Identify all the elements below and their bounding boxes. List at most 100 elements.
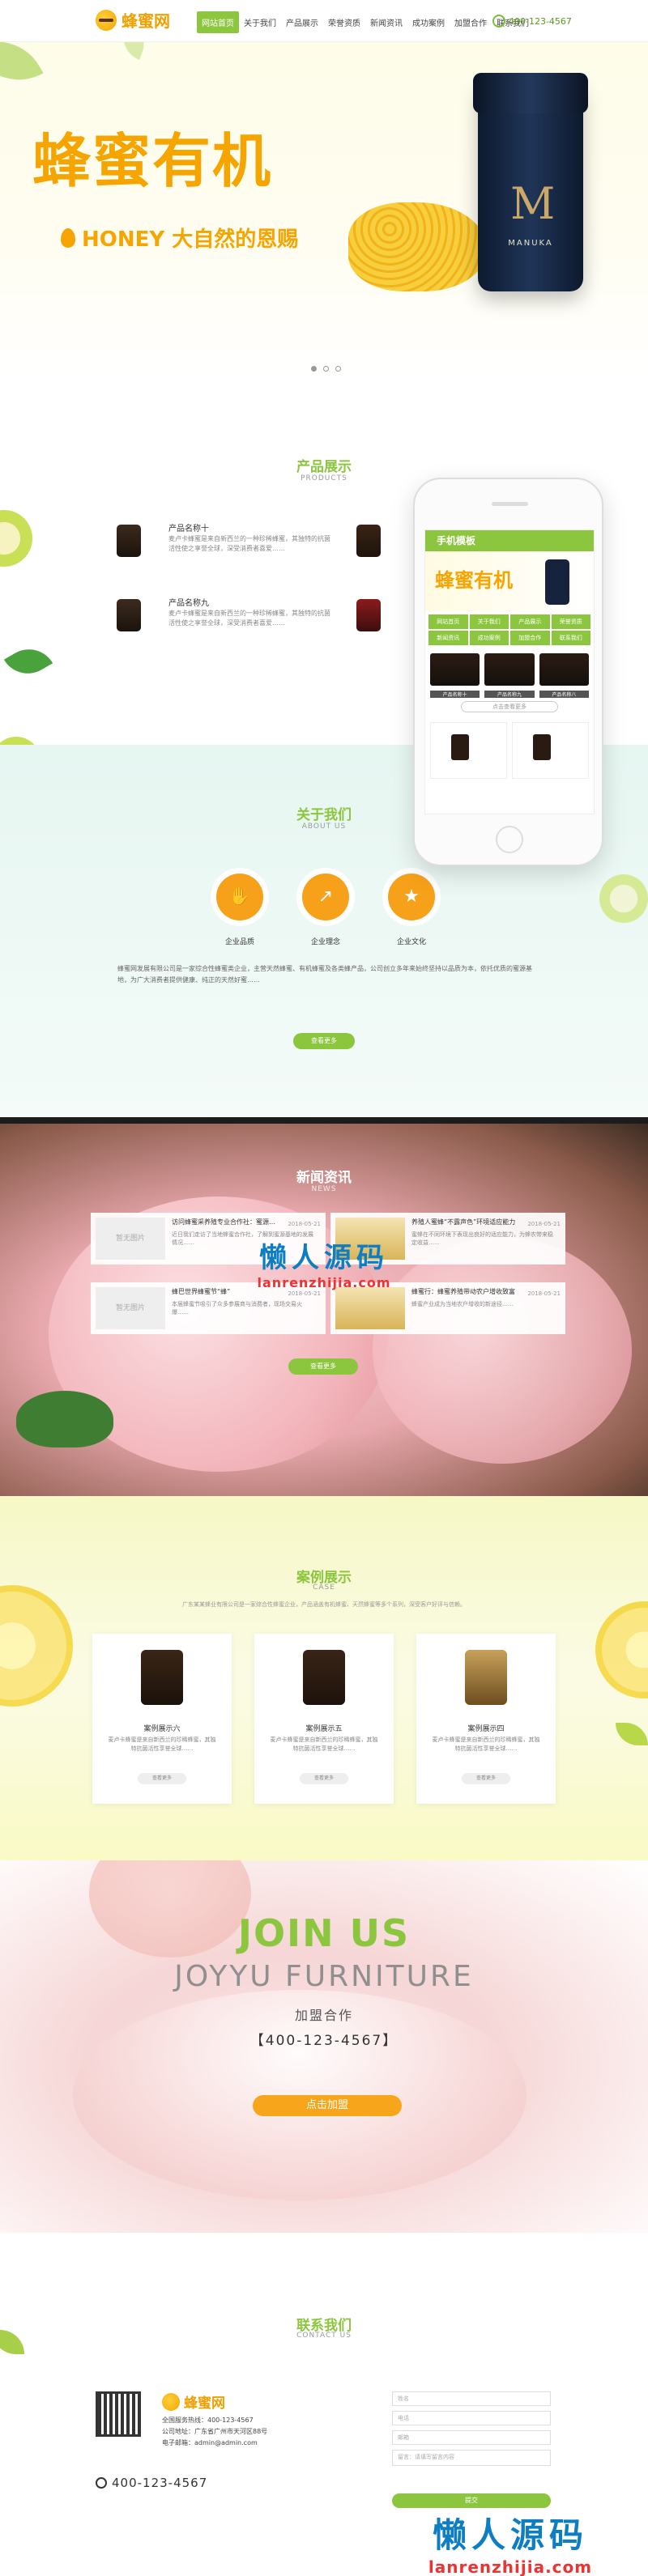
phone-banner-jar bbox=[545, 559, 569, 605]
cases-section: 案例展示 CASE 广东某某蜂业有限公司是一家综合性蜂蜜企业，产品涵盖有机蜂蜜、… bbox=[0, 1496, 648, 1860]
news-item-date: 2018-05-21 bbox=[288, 1221, 321, 1227]
carousel-dot[interactable] bbox=[335, 366, 341, 372]
honey-jar-image: M MANUKA bbox=[473, 73, 588, 291]
case-name[interactable]: 案例展示五 bbox=[254, 1723, 394, 1733]
logo-text: 蜂蜜网 bbox=[122, 11, 170, 31]
nav-item-join[interactable]: 加盟合作 bbox=[450, 11, 492, 33]
cases-title-en: CASE bbox=[313, 1583, 335, 1592]
phone-screen: 手机模板 蜂蜜有机 网站首页 关于我们 产品展示 荣誉资质 新闻资讯 成功案例 … bbox=[424, 529, 595, 814]
case-image[interactable] bbox=[465, 1650, 507, 1705]
contact-hotline-number: 400-123-4567 bbox=[112, 2476, 208, 2490]
watermark: 懒人源码 lanrenzhijia.com bbox=[235, 1235, 413, 1290]
mobile-template-preview: 手机模板 蜂蜜有机 网站首页 关于我们 产品展示 荣誉资质 新闻资讯 成功案例 … bbox=[413, 478, 603, 866]
phone-icon bbox=[96, 2477, 107, 2489]
lemon-decoration bbox=[0, 1585, 73, 1707]
news-thumbnail[interactable]: 暂无图片 bbox=[96, 1218, 165, 1260]
case-more-button[interactable]: 查看更多 bbox=[462, 1773, 510, 1784]
medal-icon: ★ bbox=[388, 874, 435, 920]
case-image[interactable] bbox=[303, 1650, 345, 1705]
case-more-button[interactable]: 查看更多 bbox=[138, 1773, 186, 1784]
product-name[interactable]: 产品名称十 bbox=[168, 521, 209, 533]
contact-line: 电子邮箱：admin@admin.com bbox=[162, 2439, 258, 2446]
bee-icon bbox=[162, 2392, 180, 2411]
news-item-desc: 蜜蜂在不同环境下表现出良好的适应能力，为蜂农带来稳定收益…… bbox=[411, 1231, 553, 1246]
message-field[interactable]: 留言：请填写留言内容 bbox=[392, 2450, 551, 2466]
news-thumbnail[interactable]: 暂无图片 bbox=[96, 1287, 165, 1329]
hero-subtitle: HONEY 大自然的恩赐 bbox=[61, 223, 298, 253]
case-desc: 麦卢卡蜂蜜是来自新西兰的珍稀蜂蜜，其独特抗菌活性享誉全球…… bbox=[108, 1736, 216, 1752]
news-item-date: 2018-05-21 bbox=[288, 1290, 321, 1297]
product-thumbnail[interactable] bbox=[117, 525, 141, 557]
contact-line: 公司地址：广东省广州市天河区88号 bbox=[162, 2428, 268, 2435]
phone-product-thumb[interactable] bbox=[430, 653, 480, 686]
case-card[interactable]: 案例展示五 麦卢卡蜂蜜是来自新西兰的珍稀蜂蜜，其独特抗菌活性享誉全球…… 查看更… bbox=[254, 1634, 394, 1804]
name-field[interactable]: 姓名 bbox=[392, 2391, 551, 2406]
phone-product-card[interactable] bbox=[430, 722, 507, 779]
news-item-title[interactable]: 蜂蜜行：蜂蜜养殖带动农户增收致富 bbox=[411, 1287, 517, 1296]
product-desc: 麦卢卡蜂蜜是来自新西兰的一种珍稀蜂蜜，其独特的抗菌活性使之享誉全球，深受消费者喜… bbox=[168, 610, 330, 627]
carousel-dots bbox=[311, 366, 341, 372]
about-icon-label: 企业理念 bbox=[310, 938, 340, 946]
news-item-title[interactable]: 访问蜂蜜采养殖专业合作社：蜜源发展前景 bbox=[172, 1218, 277, 1226]
phone-speaker bbox=[492, 502, 528, 506]
medal-icon-circle: ★ bbox=[382, 868, 441, 926]
phone-menu-item[interactable]: 新闻资讯 bbox=[428, 631, 468, 645]
watermark-en: lanrenzhijia.com bbox=[257, 1275, 391, 1290]
phone-products-row bbox=[425, 716, 594, 785]
nav-item-cases[interactable]: 成功案例 bbox=[407, 11, 450, 33]
news-title: 新闻资讯 bbox=[296, 1170, 352, 1186]
carousel-dot[interactable] bbox=[311, 366, 317, 372]
contact-line: 全国服务热线：400-123-4567 bbox=[162, 2417, 254, 2424]
nav-item-products[interactable]: 产品展示 bbox=[281, 11, 323, 33]
case-card[interactable]: 案例展示六 麦卢卡蜂蜜是来自新西兰的珍稀蜂蜜，其独特抗菌活性享誉全球…… 查看更… bbox=[92, 1634, 232, 1804]
jar-lid bbox=[473, 73, 588, 113]
product-item[interactable]: 产品名称十 麦卢卡蜂蜜是来自新西兰的一种珍稀蜂蜜，其独特的抗菌活性使之享誉全球，… bbox=[113, 518, 389, 563]
join-button[interactable]: 点击加盟 bbox=[253, 2095, 402, 2116]
nav-item-news[interactable]: 新闻资讯 bbox=[365, 11, 407, 33]
nav-item-home[interactable]: 网站首页 bbox=[197, 11, 239, 33]
case-name[interactable]: 案例展示四 bbox=[416, 1723, 556, 1733]
honey-drop-icon bbox=[61, 227, 75, 248]
product-thumbnail[interactable] bbox=[356, 599, 381, 631]
news-title-en: NEWS bbox=[311, 1185, 337, 1193]
phone-product-thumb[interactable] bbox=[484, 653, 535, 686]
phone-menu-item[interactable]: 联系我们 bbox=[551, 631, 590, 645]
product-item[interactable]: 产品名称九 麦卢卡蜂蜜是来自新西兰的一种珍稀蜂蜜，其独特的抗菌活性使之享誉全球，… bbox=[113, 593, 389, 638]
news-more-button[interactable]: 查看更多 bbox=[288, 1358, 358, 1375]
news-item-title[interactable]: 养殖人蜜蜂“不露声色”环境适应能力 bbox=[411, 1218, 517, 1226]
product-name[interactable]: 产品名称九 bbox=[168, 596, 209, 608]
glass-decoration bbox=[599, 874, 648, 923]
phone-product-card[interactable] bbox=[512, 722, 589, 779]
case-name[interactable]: 案例展示六 bbox=[92, 1723, 232, 1733]
about-more-button[interactable]: 查看更多 bbox=[293, 1033, 355, 1049]
email-field[interactable]: 邮箱 bbox=[392, 2430, 551, 2445]
hero-banner: 蜂蜜有机 HONEY 大自然的恩赐 M MANUKA bbox=[0, 0, 648, 380]
nav-item-about[interactable]: 关于我们 bbox=[239, 11, 281, 33]
phone-more-button[interactable]: 点击查看更多 bbox=[461, 701, 558, 712]
product-thumbnail[interactable] bbox=[356, 525, 381, 557]
phone-menu-item[interactable]: 网站首页 bbox=[428, 614, 468, 629]
phone-menu-item[interactable]: 产品展示 bbox=[510, 614, 550, 629]
site-header: 蜂蜜网 网站首页 关于我们 产品展示 荣誉资质 新闻资讯 成功案例 加盟合作 联… bbox=[0, 0, 648, 42]
phone-field[interactable]: 电话 bbox=[392, 2411, 551, 2425]
phone-menu: 网站首页 关于我们 产品展示 荣誉资质 新闻资讯 成功案例 加盟合作 联系我们 bbox=[425, 611, 594, 648]
site-logo[interactable]: 蜂蜜网 bbox=[96, 8, 170, 32]
phone-icon bbox=[492, 15, 505, 28]
section-divider bbox=[0, 1117, 648, 1124]
phone-menu-item[interactable]: 成功案例 bbox=[469, 631, 509, 645]
case-card[interactable]: 案例展示四 麦卢卡蜂蜜是来自新西兰的珍稀蜂蜜，其独特抗菌活性享誉全球…… 查看更… bbox=[416, 1634, 556, 1804]
phone-menu-item[interactable]: 荣誉资质 bbox=[551, 614, 590, 629]
join-title: JOIN US bbox=[237, 1911, 411, 1955]
watermark-cn: 懒人源码 bbox=[432, 2515, 588, 2555]
product-thumbnail[interactable] bbox=[117, 599, 141, 631]
phone-menu-item[interactable]: 加盟合作 bbox=[510, 631, 550, 645]
page: 蜂蜜有机 HONEY 大自然的恩赐 M MANUKA 蜂蜜网 网站首页 关于我们… bbox=[0, 0, 648, 2576]
carousel-dot[interactable] bbox=[323, 366, 329, 372]
phone-menu-item[interactable]: 关于我们 bbox=[469, 614, 509, 629]
phone-product-thumb[interactable] bbox=[539, 653, 589, 686]
nav-item-honors[interactable]: 荣誉资质 bbox=[323, 11, 365, 33]
case-image[interactable] bbox=[141, 1650, 183, 1705]
case-more-button[interactable]: 查看更多 bbox=[300, 1773, 348, 1784]
news-thumbnail[interactable] bbox=[335, 1287, 405, 1329]
submit-button[interactable]: 提交 bbox=[392, 2493, 551, 2508]
